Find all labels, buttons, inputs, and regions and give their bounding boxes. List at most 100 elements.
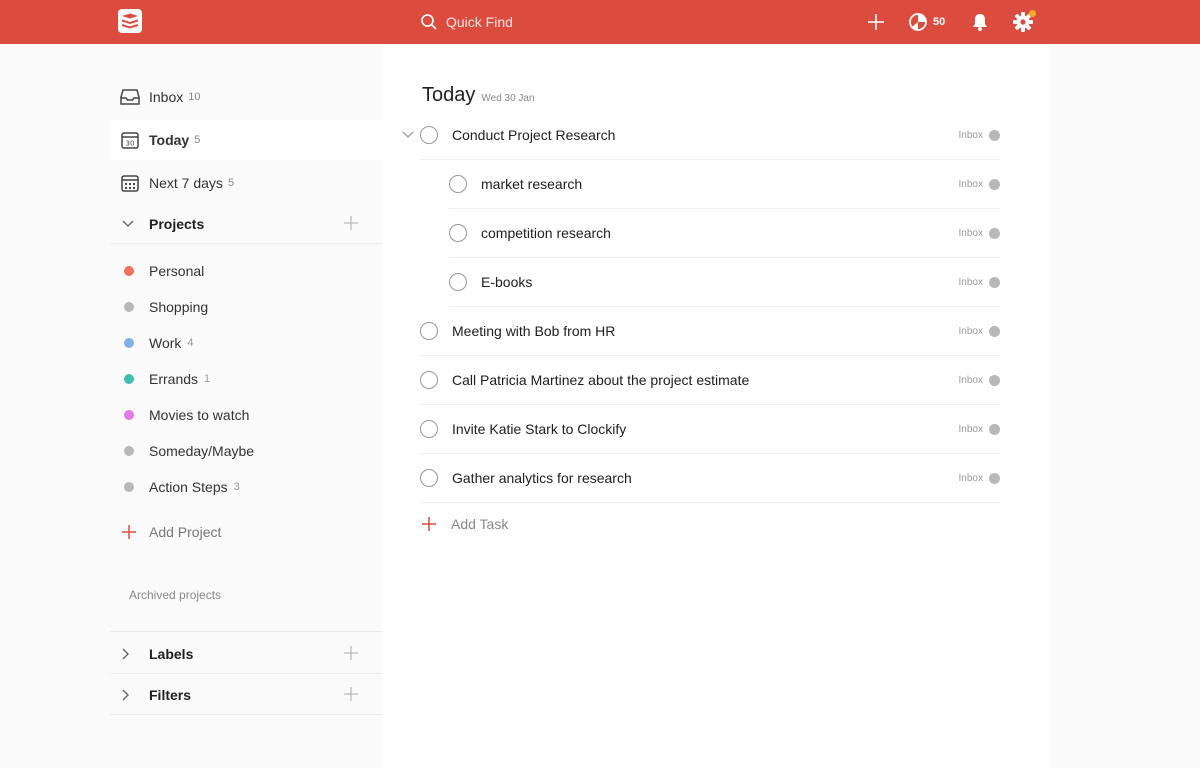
project-item-action-steps[interactable]: Action Steps 3 — [110, 469, 382, 505]
projects-title: Projects — [149, 215, 205, 232]
sidebar-item-count: 5 — [227, 177, 235, 189]
task-content[interactable]: Invite Katie Stark to Clockify — [452, 421, 959, 437]
add-task-label: Add Task — [451, 516, 509, 532]
add-project-button[interactable]: Add Project — [110, 514, 382, 550]
task-checkbox[interactable] — [420, 420, 438, 438]
project-color-dot — [124, 302, 134, 312]
chevron-down-icon — [122, 220, 136, 228]
task-content[interactable]: Call Patricia Martinez about the project… — [452, 372, 959, 388]
task-checkbox[interactable] — [449, 175, 467, 193]
task-project-dot — [989, 472, 1000, 484]
inbox-icon — [120, 89, 140, 105]
task-checkbox[interactable] — [449, 224, 467, 242]
task-project-label: Inbox — [958, 276, 983, 288]
bell-icon — [973, 14, 987, 31]
task-checkbox[interactable] — [420, 126, 438, 144]
search-input[interactable]: Quick Find — [446, 14, 513, 30]
project-color-dot — [124, 482, 134, 492]
sidebar-item-count: 10 — [188, 91, 201, 103]
quick-find-search[interactable]: Quick Find — [420, 11, 513, 33]
project-item-work[interactable]: Work 4 — [110, 325, 382, 361]
task-project-dot — [989, 374, 1000, 386]
settings-button[interactable] — [1012, 10, 1036, 34]
project-count: 1 — [204, 373, 211, 385]
task-project-label: Inbox — [958, 472, 983, 484]
project-label: Someday/Maybe — [149, 443, 255, 459]
task-checkbox[interactable] — [420, 469, 438, 487]
task-project-dot — [989, 227, 1000, 239]
view-heading: Today Wed 30 Jan — [422, 84, 535, 107]
subtask-row[interactable]: market research Inbox — [449, 160, 1000, 209]
collapse-subtasks-chevron-icon[interactable] — [402, 131, 414, 143]
page-title: Today — [422, 84, 476, 106]
project-color-dot — [124, 266, 134, 276]
task-content[interactable]: E-books — [481, 274, 959, 290]
sidebar-item-today[interactable]: 30 Today 5 — [110, 120, 382, 160]
task-project-label: Inbox — [958, 325, 983, 337]
search-icon — [421, 14, 437, 30]
task-checkbox[interactable] — [420, 371, 438, 389]
project-item-errands[interactable]: Errands 1 — [110, 361, 382, 397]
archived-projects-link[interactable]: Archived projects — [129, 588, 221, 602]
calendar-today-icon: 30 — [120, 131, 140, 149]
add-filter-plus-icon[interactable] — [344, 687, 358, 706]
task-project-label: Inbox — [958, 227, 983, 239]
task-project-label: Inbox — [958, 129, 983, 141]
quick-add-button[interactable] — [866, 10, 886, 34]
task-row[interactable]: Call Patricia Martinez about the project… — [420, 356, 1000, 405]
plus-icon — [868, 14, 884, 30]
task-row[interactable]: Conduct Project Research Inbox — [420, 111, 1000, 160]
add-project-label: Add Project — [149, 524, 222, 540]
project-item-personal[interactable]: Personal — [110, 253, 382, 289]
project-item-movies-to-watch[interactable]: Movies to watch — [110, 397, 382, 433]
todoist-logo-icon[interactable] — [118, 9, 142, 33]
task-content[interactable]: market research — [481, 176, 959, 192]
task-content[interactable]: Meeting with Bob from HR — [452, 323, 959, 339]
task-project-dot — [989, 178, 1000, 190]
filters-title: Filters — [149, 686, 192, 703]
calendar-week-icon — [120, 174, 140, 192]
top-bar: Quick Find 50 — [0, 0, 1200, 44]
add-project-plus-icon[interactable] — [344, 216, 358, 235]
project-label: Action Steps — [149, 479, 228, 495]
task-checkbox[interactable] — [449, 273, 467, 291]
project-count: 3 — [233, 481, 240, 493]
projects-section-toggle[interactable]: Projects — [110, 204, 382, 244]
project-label: Work — [149, 335, 182, 351]
notifications-button[interactable] — [970, 10, 990, 34]
project-item-someday-maybe[interactable]: Someday/Maybe — [110, 433, 382, 469]
sidebar-item-next-7-days[interactable]: Next 7 days 5 — [110, 163, 382, 203]
project-color-dot — [124, 338, 134, 348]
task-project-label: Inbox — [958, 423, 983, 435]
task-row[interactable]: Meeting with Bob from HR Inbox — [420, 307, 1000, 356]
task-content[interactable]: Conduct Project Research — [452, 127, 959, 143]
task-project-dot — [989, 325, 1000, 337]
plus-icon — [422, 517, 436, 531]
subtask-row[interactable]: competition research Inbox — [449, 209, 1000, 258]
sidebar-item-count: 5 — [194, 134, 201, 146]
karma-icon — [909, 13, 927, 31]
task-row[interactable]: Gather analytics for research Inbox — [420, 454, 1000, 503]
project-label: Errands — [149, 371, 199, 387]
plus-icon — [122, 525, 136, 539]
task-content[interactable]: competition research — [481, 225, 959, 241]
page-date: Wed 30 Jan — [481, 93, 535, 104]
notification-dot — [1029, 10, 1036, 17]
karma-count: 50 — [933, 16, 946, 28]
filters-section-toggle[interactable]: Filters — [110, 675, 382, 715]
add-label-plus-icon[interactable] — [344, 646, 358, 665]
task-project-label: Inbox — [958, 374, 983, 386]
sidebar-item-label: Today — [149, 132, 190, 148]
task-project-dot — [989, 129, 1000, 141]
task-row[interactable]: Invite Katie Stark to Clockify Inbox — [420, 405, 1000, 454]
add-task-button[interactable]: Add Task — [422, 516, 508, 532]
task-checkbox[interactable] — [420, 322, 438, 340]
project-item-shopping[interactable]: Shopping — [110, 289, 382, 325]
labels-title: Labels — [149, 645, 194, 662]
task-project-dot — [989, 423, 1000, 435]
task-content[interactable]: Gather analytics for research — [452, 470, 959, 486]
karma-button[interactable]: 50 — [908, 10, 945, 34]
subtask-row[interactable]: E-books Inbox — [449, 258, 1000, 307]
sidebar-item-inbox[interactable]: Inbox 10 — [110, 77, 382, 117]
labels-section-toggle[interactable]: Labels — [110, 634, 382, 674]
